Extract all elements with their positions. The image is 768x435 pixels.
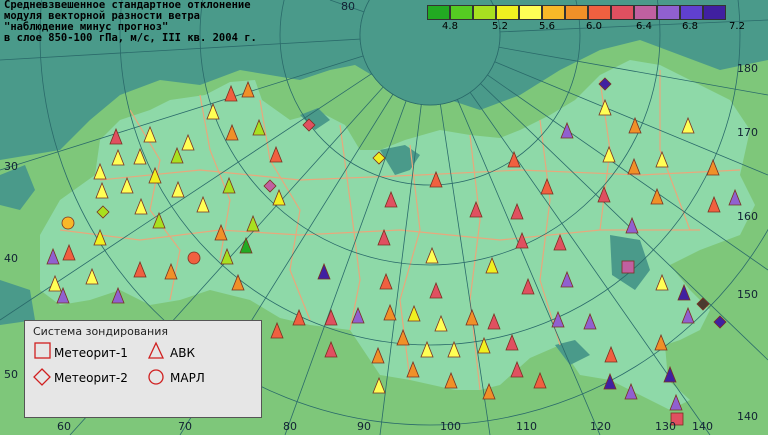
station-marl [187,251,201,265]
parallel-label: 160 [737,210,758,223]
circle-icon [148,369,164,385]
map-title: Средневзвешенное стандартное отклонение … [4,0,257,44]
color-tick-label: 7.2 [729,21,745,32]
legend-item-meteorit-2: Метеорит-2 [54,371,128,385]
parallel-label: 150 [737,288,758,301]
square-icon [34,342,51,359]
color-swatch [611,5,634,20]
meridian-label: 80 [341,0,355,13]
parallel-label: 180 [737,62,758,75]
color-swatch [450,5,473,20]
meridian-label: 100 [440,420,461,433]
color-swatch [703,5,726,20]
color-swatch [542,5,565,20]
meridian-label: 90 [357,420,371,433]
parallel-label: 170 [737,126,758,139]
parallel-label: 30 [4,160,18,173]
color-scale-labels: 4.8 5.2 5.6 6.0 6.4 6.8 7.2 [427,21,768,35]
legend-header: Система зондирования [33,325,169,338]
color-swatch [496,5,519,20]
color-swatch [634,5,657,20]
title-line: в слое 850-100 гПа, м/с, III кв. 2004 г. [4,32,257,44]
triangle-icon [147,341,165,359]
color-tick-label: 6.0 [586,21,602,32]
parallel-label: 140 [737,410,758,423]
station-meteorit-1 [621,260,635,274]
meridian-label: 120 [590,420,611,433]
color-swatch [680,5,703,20]
color-swatch [588,5,611,20]
color-tick-label: 5.6 [539,21,555,32]
color-scale [427,5,726,20]
color-tick-label: 6.4 [636,21,652,32]
meridian-label: 60 [57,420,71,433]
legend-item-meteorit-1: Метеорит-1 [54,346,128,360]
color-swatch [565,5,588,20]
station-marl [61,216,75,230]
legend-item-marl: МАРЛ [170,371,205,385]
diamond-icon [33,368,51,386]
color-tick-label: 6.8 [682,21,698,32]
meridian-label: 140 [692,420,713,433]
parallel-label: 50 [4,368,18,381]
color-swatch [473,5,496,20]
color-swatch [657,5,680,20]
meridian-label: 70 [178,420,192,433]
map-stage: { "title_lines": [ "Средневзвешенное ста… [0,0,768,435]
legend-item-avk: АВК [170,346,195,360]
meridian-label: 80 [283,420,297,433]
parallel-label: 40 [4,252,18,265]
color-swatch [519,5,542,20]
color-swatch [427,5,450,20]
color-tick-label: 5.2 [492,21,508,32]
meridian-label: 130 [655,420,676,433]
legend-box: Система зондирования Метеорит-1 АВК Мете… [24,320,262,418]
color-tick-label: 4.8 [442,21,458,32]
meridian-label: 110 [516,420,537,433]
